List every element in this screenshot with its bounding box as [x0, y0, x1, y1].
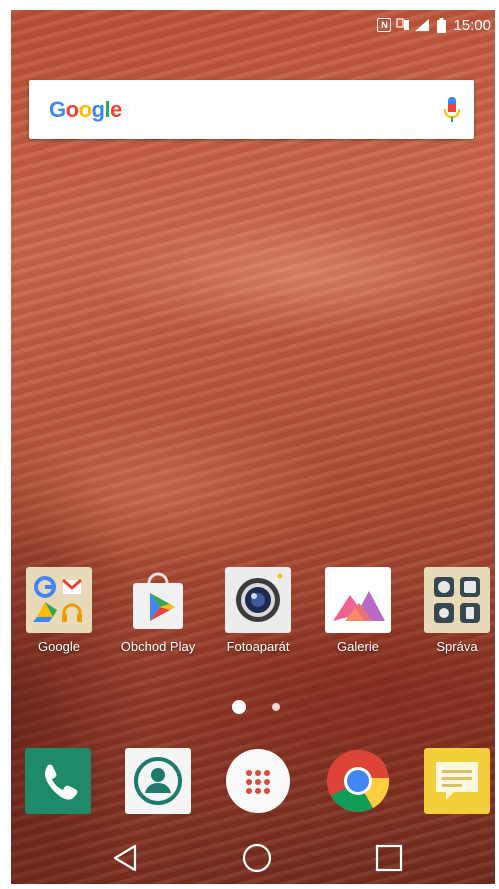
phone-icon[interactable]	[25, 748, 91, 814]
nfc-icon: N	[377, 18, 392, 32]
camera-icon	[225, 567, 291, 633]
gallery-icon	[325, 567, 391, 633]
app-management-folder[interactable]: Správa	[407, 567, 495, 654]
home-icon[interactable]	[241, 842, 273, 874]
status-time: 15:00	[453, 16, 491, 34]
page-dot-current	[232, 700, 246, 714]
app-drawer-icon[interactable]	[225, 748, 291, 814]
app-label: Obchod Play	[120, 639, 196, 654]
app-camera[interactable]: Fotoaparát	[208, 567, 308, 654]
dock	[11, 748, 495, 820]
battery-icon	[434, 17, 448, 33]
play-store-icon	[125, 567, 191, 633]
status-bar: N 15:00	[11, 10, 495, 40]
app-gallery[interactable]: Galerie	[308, 567, 408, 654]
recents-icon[interactable]	[373, 842, 405, 874]
app-row: Google Obchod Play Fotoaparát Galerie Sp…	[11, 567, 495, 667]
messages-icon[interactable]	[424, 748, 490, 814]
management-folder-icon	[424, 567, 490, 633]
google-logo: Google	[49, 97, 122, 122]
sim-icon	[396, 18, 410, 32]
page-indicator	[11, 700, 495, 714]
app-play-store[interactable]: Obchod Play	[108, 567, 208, 654]
signal-icon	[415, 18, 430, 32]
app-google-folder[interactable]: Google	[11, 567, 109, 654]
app-label: Galerie	[337, 639, 379, 654]
app-label: Fotoaparát	[226, 639, 290, 654]
google-folder-icon	[26, 567, 92, 633]
mic-icon[interactable]	[442, 94, 462, 126]
app-label: Správa	[436, 639, 478, 654]
chrome-icon[interactable]	[325, 748, 391, 814]
app-label: Google	[38, 639, 80, 654]
page-dot[interactable]	[272, 703, 280, 711]
contacts-icon[interactable]	[125, 748, 191, 814]
google-search-bar[interactable]: Google	[29, 80, 474, 139]
home-screen: N 15:00 Google Google Obchod Play Fotoap…	[11, 10, 495, 884]
back-icon[interactable]	[111, 842, 143, 874]
navigation-bar	[11, 830, 495, 884]
